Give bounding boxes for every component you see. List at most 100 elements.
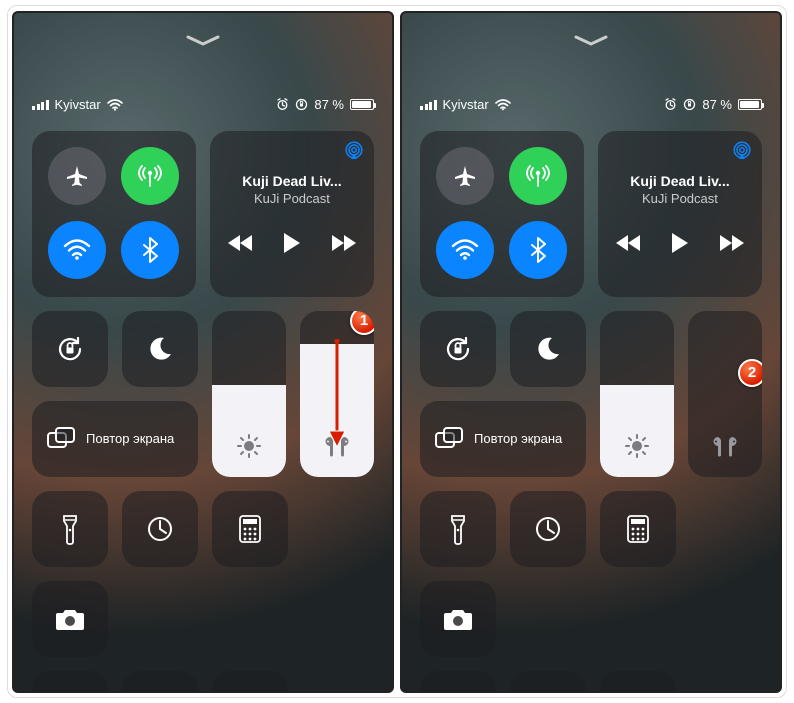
camera-button[interactable] <box>420 581 496 657</box>
calculator-icon <box>238 514 262 544</box>
brightness-slider[interactable] <box>212 311 286 477</box>
media-play-button[interactable] <box>670 232 690 254</box>
bluetooth-icon <box>529 236 547 264</box>
alarm-button[interactable] <box>212 671 288 693</box>
annotation-badge-1: 1 <box>350 311 374 335</box>
comparison-container: Kyivstar 87 % <box>7 5 787 698</box>
antenna-icon <box>525 163 551 189</box>
qr-scanner-button[interactable] <box>510 671 586 693</box>
cellular-data-button[interactable] <box>121 147 179 205</box>
control-center-grid: Kuji Dead Liv... KuJi Podcast <box>420 131 762 693</box>
alarm-icon <box>276 98 289 111</box>
airplane-mode-button[interactable] <box>436 147 494 205</box>
control-center-grid: Kuji Dead Liv... KuJi Podcast <box>32 131 374 693</box>
airplay-audio-icon[interactable] <box>344 141 364 161</box>
screen-mirroring-icon <box>434 426 464 452</box>
calculator-button[interactable] <box>600 491 676 567</box>
bluetooth-button[interactable] <box>509 221 567 279</box>
media-track-subtitle: KuJi Podcast <box>254 191 330 206</box>
media-track-title: Kuji Dead Liv... <box>242 173 341 189</box>
screen-mirroring-button[interactable]: Повтор экрана <box>420 401 586 477</box>
wifi-large-icon <box>451 239 479 261</box>
antenna-icon <box>137 163 163 189</box>
brightness-slider[interactable] <box>600 311 674 477</box>
rotation-lock-icon <box>54 333 86 365</box>
bluetooth-button[interactable] <box>121 221 179 279</box>
airplane-icon <box>452 163 478 189</box>
screen-mirroring-label: Повтор экрана <box>86 431 174 447</box>
timer-icon <box>533 514 563 544</box>
wifi-large-icon <box>63 239 91 261</box>
chevron-down-icon[interactable] <box>186 35 220 47</box>
battery-percent-label: 87 % <box>702 97 732 112</box>
drag-down-arrow <box>327 339 347 449</box>
bluetooth-icon <box>141 236 159 264</box>
status-bar: Kyivstar 87 % <box>402 95 780 115</box>
airplay-audio-icon[interactable] <box>732 141 752 161</box>
annotation-badge-2: 2 <box>738 359 762 387</box>
timer-button[interactable] <box>510 491 586 567</box>
moon-icon <box>533 334 563 364</box>
screen-record-button[interactable] <box>32 671 108 693</box>
cellular-data-button[interactable] <box>509 147 567 205</box>
flashlight-button[interactable] <box>32 491 108 567</box>
timer-button[interactable] <box>122 491 198 567</box>
media-forward-button[interactable] <box>718 234 744 252</box>
camera-button[interactable] <box>32 581 108 657</box>
qr-scanner-button[interactable] <box>122 671 198 693</box>
screen-record-button[interactable] <box>420 671 496 693</box>
calculator-icon <box>626 514 650 544</box>
wifi-button[interactable] <box>436 221 494 279</box>
calculator-button[interactable] <box>212 491 288 567</box>
status-bar: Kyivstar 87 % <box>14 95 392 115</box>
rotation-lock-icon <box>442 333 474 365</box>
wifi-icon <box>107 99 123 111</box>
do-not-disturb-button[interactable] <box>122 311 198 387</box>
battery-icon <box>350 99 374 110</box>
screen-mirroring-button[interactable]: Повтор экрана <box>32 401 198 477</box>
media-rewind-button[interactable] <box>228 234 254 252</box>
connectivity-tile[interactable] <box>32 131 196 297</box>
media-track-subtitle: KuJi Podcast <box>642 191 718 206</box>
media-track-title: Kuji Dead Liv... <box>630 173 729 189</box>
phone-screenshot-right: Kyivstar 87 % <box>400 11 782 693</box>
media-playback-tile[interactable]: Kuji Dead Liv... KuJi Podcast <box>598 131 762 297</box>
flashlight-button[interactable] <box>420 491 496 567</box>
chevron-down-icon[interactable] <box>574 35 608 47</box>
sun-icon <box>624 433 650 459</box>
media-forward-button[interactable] <box>330 234 356 252</box>
flashlight-icon <box>449 513 467 545</box>
wifi-button[interactable] <box>48 221 106 279</box>
airplane-mode-button[interactable] <box>48 147 106 205</box>
timer-icon <box>145 514 175 544</box>
airplane-icon <box>64 163 90 189</box>
screen-mirroring-label: Повтор экрана <box>474 431 562 447</box>
media-play-button[interactable] <box>282 232 302 254</box>
flashlight-icon <box>61 513 79 545</box>
media-playback-tile[interactable]: Kuji Dead Liv... KuJi Podcast <box>210 131 374 297</box>
battery-icon <box>738 99 762 110</box>
volume-slider[interactable]: 2 <box>688 311 762 477</box>
rotation-lock-status-icon <box>683 98 696 111</box>
carrier-label: Kyivstar <box>55 97 101 112</box>
cellular-signal-icon <box>420 100 437 110</box>
carrier-label: Kyivstar <box>443 97 489 112</box>
moon-icon <box>145 334 175 364</box>
media-rewind-button[interactable] <box>616 234 642 252</box>
volume-slider[interactable]: 1 <box>300 311 374 477</box>
cellular-signal-icon <box>32 100 49 110</box>
connectivity-tile[interactable] <box>420 131 584 297</box>
orientation-lock-button[interactable] <box>32 311 108 387</box>
rotation-lock-status-icon <box>295 98 308 111</box>
alarm-icon <box>664 98 677 111</box>
camera-icon <box>442 606 474 632</box>
wifi-icon <box>495 99 511 111</box>
sun-icon <box>236 433 262 459</box>
alarm-button[interactable] <box>600 671 676 693</box>
camera-icon <box>54 606 86 632</box>
airpods-icon <box>711 433 739 459</box>
orientation-lock-button[interactable] <box>420 311 496 387</box>
do-not-disturb-button[interactable] <box>510 311 586 387</box>
battery-percent-label: 87 % <box>314 97 344 112</box>
phone-screenshot-left: Kyivstar 87 % <box>12 11 394 693</box>
